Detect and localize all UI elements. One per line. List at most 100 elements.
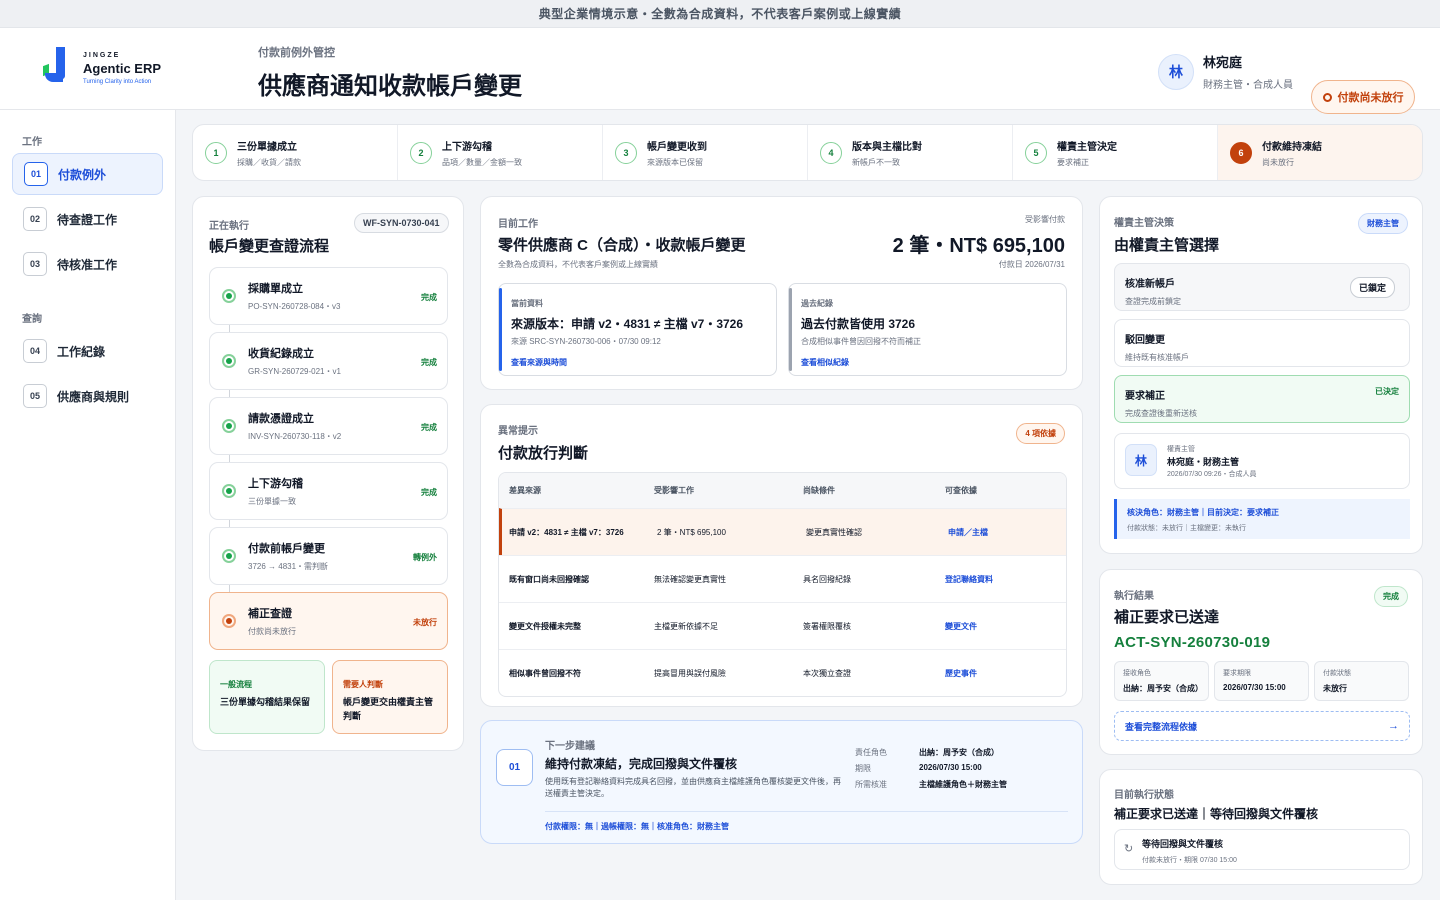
step-sub: 新帳戶不一致: [852, 157, 900, 167]
exec-title: 補正要求已送達｜等待回撥與文件覆核: [1114, 807, 1319, 821]
payment-status-badge[interactable]: 付款尚未放行: [1311, 80, 1415, 114]
logo-small: JINGZE: [83, 51, 121, 59]
flow-title: 帳戶變更查證流程: [209, 238, 330, 255]
affected-amount: 2 筆・NT$ 695,100: [892, 235, 1065, 257]
general-flow-title: 一般流程: [220, 680, 252, 689]
step-sub: 尚未放行: [1262, 157, 1294, 167]
workflow-id-badge[interactable]: WF-SYN-0730-041: [354, 213, 449, 233]
view-similar-link[interactable]: 查看相似紀錄: [801, 357, 1054, 368]
flow-item-title: 付款前帳戶變更: [248, 543, 325, 555]
step-number: 3: [615, 141, 637, 164]
sidebar-item-vendors-rules[interactable]: 05 供應商與規則: [12, 375, 163, 417]
step-5[interactable]: 5 權責主管決定 要求補正: [1013, 125, 1218, 180]
flow-item-po[interactable]: 採購單成立 PO-SYN-260728-084・v3 完成: [209, 267, 448, 325]
flow-item-gr[interactable]: 收貨紀錄成立 GR-SYN-260729-021・v1 完成: [209, 332, 448, 390]
table-cell: 無法確認變更真實性: [654, 574, 726, 584]
sidebar-item-payment-exceptions[interactable]: 01 付款例外: [12, 153, 163, 195]
result-card: 執行結果 補正要求已送達 完成 ACT-SYN-260730-019 接收角色出…: [1099, 569, 1423, 755]
sidebar-item-pending-approval[interactable]: 03 待核准工作: [12, 243, 163, 285]
table-cell: 變更文件授權未完整: [509, 621, 581, 631]
decision-card: 權責主管決策 由權責主管選擇 財務主管 核准新帳戶 查證完成前鎖定 已鎖定 駁回…: [1099, 196, 1423, 554]
table-row[interactable]: 相似事件曾回撥不符 提高冒用與誤付風險 本次獨立查證 歷史事件: [499, 649, 1066, 696]
table-cell: 既有窗口尚未回撥確認: [509, 574, 589, 584]
result-title: 補正要求已送達: [1114, 609, 1220, 626]
next-step-permissions: 付款權限：無｜過帳權限：無｜核准角色：財務主管: [545, 822, 729, 831]
flow-item-status: 完成: [421, 293, 437, 302]
step-3[interactable]: 3 帳戶變更收到 來源版本已保留: [603, 125, 808, 180]
cell-value: 未放行: [1323, 684, 1347, 693]
flow-item-sub: PO-SYN-260728-084・v3: [248, 302, 341, 311]
evidence-link[interactable]: 登記聯絡資料: [945, 574, 1066, 585]
avatar: 林: [1158, 53, 1194, 90]
table-cell: 相似事件曾回撥不符: [509, 668, 581, 678]
step-sub: 採購／收貨／請款: [237, 157, 301, 167]
flow-item-reconcile[interactable]: 上下游勾稽 三份單據一致 完成: [209, 462, 448, 520]
past-record-sub: 合成相似事件曾因回撥不符而補正: [801, 337, 921, 346]
option-approve-new-account[interactable]: 核准新帳戶 查證完成前鎖定 已鎖定: [1114, 263, 1410, 311]
check-dot-icon: [222, 419, 236, 433]
step-number: 6: [1230, 141, 1252, 164]
table-row[interactable]: 既有窗口尚未回撥確認 無法確認變更真實性 具名回撥紀錄 登記聯絡資料: [499, 555, 1066, 602]
evidence-link[interactable]: 申請／主檔: [948, 527, 1066, 538]
step-2[interactable]: 2 上下游勾稽 品項／數量／金額一致: [398, 125, 603, 180]
flow-item-account-change[interactable]: 付款前帳戶變更 3726 → 4831・需判斷 轉例外: [209, 527, 448, 585]
flow-card: 正在執行 帳戶變更查證流程 WF-SYN-0730-041 採購單成立 PO-SY…: [192, 196, 464, 751]
divider: [545, 811, 1068, 812]
flow-item-correction[interactable]: 補正查證 付款尚未放行 未放行: [209, 592, 448, 650]
approver-time: 2026/07/30 09:26・合成人員: [1167, 471, 1257, 478]
col-header: 尚缺條件: [803, 486, 835, 495]
evidence-count-badge[interactable]: 4 項依據: [1016, 423, 1065, 444]
flow-item-title: 補正查證: [248, 608, 292, 620]
cell-value: 出納：周予安（合成）: [1123, 684, 1200, 693]
step-4[interactable]: 4 版本與主檔比對 新帳戶不一致: [808, 125, 1013, 180]
current-data-label: 當前資料: [511, 299, 543, 308]
evidence-link[interactable]: 變更文件: [945, 621, 1066, 632]
cell-value: 2026/07/30 15:00: [1223, 683, 1286, 692]
view-full-flow-button[interactable]: 查看完整流程依據 →: [1114, 711, 1410, 741]
general-flow-body: 三份單據勾稽結果保留: [220, 697, 311, 707]
sidebar-item-num: 03: [23, 252, 47, 276]
table-row[interactable]: 申請 v2：4831 ≠ 主檔 v7：3726 2 筆・NT$ 695,100 …: [499, 508, 1066, 555]
approver-name: 林宛庭・財務主管: [1167, 457, 1240, 467]
step-6-current[interactable]: 6 付款維持凍結 尚未放行: [1218, 125, 1422, 180]
payment-status-label: 付款尚未放行: [1337, 92, 1404, 104]
human-judgement-body: 帳戶變更交由權責主管判斷: [343, 697, 434, 721]
exec-item[interactable]: ↻ 等待回撥與文件覆核 付款未放行・期限 07/30 15:00: [1114, 829, 1410, 870]
flow-item-status: 未放行: [413, 618, 437, 627]
step-1[interactable]: 1 三份單據成立 採購／收貨／請款: [193, 125, 398, 180]
current-data-sub: 來源 SRC-SYN-260730-006・07/30 09:12: [511, 337, 661, 346]
warning-dot-icon: [222, 614, 236, 628]
meta-value: 2026/07/30 15:00: [919, 763, 982, 772]
decision-label: 權責主管決策: [1114, 218, 1174, 229]
option-request-correction[interactable]: 要求補正 完成查證後重新送核 已決定: [1114, 375, 1410, 423]
current-task-card: 目前工作 零件供應商 C（合成）・收款帳戶變更 全數為合成資料，不代表客戶案例或…: [480, 196, 1083, 390]
option-sub: 維持既有核准帳戶: [1125, 353, 1189, 362]
flow-item-status: 轉例外: [413, 553, 437, 562]
col-header: 受影響工作: [654, 486, 694, 495]
table-row[interactable]: 變更文件授權未完整 主檔更新依據不足 簽署權限覆核 變更文件: [499, 602, 1066, 649]
table-cell: 主檔更新依據不足: [654, 621, 718, 631]
result-cell-deadline: 要求期限 2026/07/30 15:00: [1214, 661, 1309, 701]
action-code: ACT-SYN-260730-019: [1114, 634, 1271, 651]
current-data-title: 來源版本：申請 v2・4831 ≠ 主檔 v7・3726: [511, 317, 744, 331]
meta-value: 出納：周予安（合成）: [919, 748, 999, 757]
sidebar-item-pending-verification[interactable]: 02 待查證工作: [12, 198, 163, 240]
decision-title: 由權責主管選擇: [1114, 237, 1220, 254]
step-number: 5: [1025, 141, 1047, 164]
task-label: 目前工作: [498, 219, 538, 230]
user-profile[interactable]: 林 林宛庭 財務主管・合成人員: [1158, 52, 1293, 91]
sidebar-item-work-log[interactable]: 04 工作紀錄: [12, 330, 163, 372]
general-flow-note: 一般流程三份單據勾稽結果保留: [209, 660, 325, 734]
check-dot-icon: [222, 549, 236, 563]
exec-item-title: 等待回撥與文件覆核: [1142, 839, 1224, 849]
evidence-link[interactable]: 歷史事件: [945, 668, 1066, 679]
app-logo[interactable]: JINGZE Agentic ERP Turning Clarity into …: [42, 47, 161, 89]
step-sub: 要求補正: [1057, 157, 1089, 167]
payment-date: 付款日 2026/07/31: [998, 260, 1065, 269]
option-reject-change[interactable]: 駁回變更 維持既有核准帳戶: [1114, 319, 1410, 367]
view-source-link[interactable]: 查看來源與時間: [511, 357, 764, 368]
flow-item-inv[interactable]: 請款憑證成立 INV-SYN-260730-118・v2 完成: [209, 397, 448, 455]
anomaly-title: 付款放行判斷: [498, 445, 589, 462]
result-label: 執行結果: [1114, 591, 1154, 602]
flow-item-title: 收貨紀錄成立: [248, 348, 314, 360]
